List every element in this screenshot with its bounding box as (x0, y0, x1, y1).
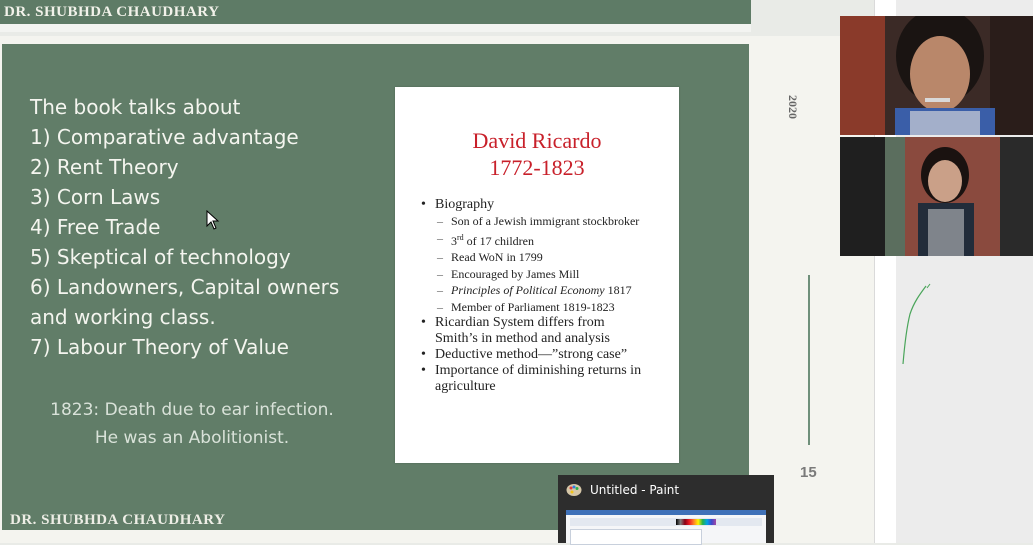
topic-item: 5) Skeptical of technology (30, 245, 291, 269)
page-number: 15 (800, 464, 817, 481)
topic-item: and working class. (30, 305, 216, 329)
participant-video-2[interactable] (840, 137, 1033, 256)
topic-item: 1) Comparative advantage (30, 125, 299, 149)
card-bullet-ricardian: Ricardian System differs from Smith’s in… (421, 315, 645, 347)
topic-item: 6) Landowners, Capital owners (30, 275, 340, 299)
ricardo-card: David Ricardo 1772-1823 Biography Son of… (395, 87, 679, 463)
topic-item: 4) Free Trade (30, 215, 161, 239)
bio-item: Read WoN in 1799 (421, 249, 655, 266)
year-label: 2020 (785, 95, 800, 119)
pen-scribble (902, 283, 931, 365)
mouse-cursor-icon (206, 210, 220, 230)
topic-item: 2) Rent Theory (30, 155, 179, 179)
bio-item: Son of a Jewish immigrant stockbroker (421, 213, 655, 230)
slide-panel: The book talks about 1) Comparative adva… (2, 44, 749, 530)
death-note: 1823: Death due to ear infection. He was… (22, 396, 362, 452)
bio-principles-title: Principles of Political Economy (451, 283, 605, 297)
vertical-divider (808, 275, 810, 445)
paint-window-title: Untitled - Paint (590, 483, 680, 497)
year-text: 2020 (786, 95, 800, 119)
bio-children-text: of 17 children (463, 233, 534, 248)
card-bullet-biography: Biography (421, 197, 655, 213)
paint-thumb-ribbon (570, 518, 762, 526)
card-bullets: Biography Son of a Jewish immigrant stoc… (421, 197, 655, 395)
bio-item: Encouraged by James Mill (421, 266, 655, 283)
paint-thumb-colors (676, 519, 716, 525)
topic-item: 3) Corn Laws (30, 185, 161, 209)
author-top: DR. SHUBHDA CHAUDHARY (4, 4, 220, 20)
note-line: He was an Abolitionist. (94, 428, 290, 448)
bio-item: 3rd of 17 children (421, 230, 655, 250)
bio-item: Principles of Political Economy 1817 (421, 282, 655, 299)
note-line: 1823: Death due to ear infection. (50, 400, 334, 420)
author-bottom: DR. SHUBHDA CHAUDHARY (10, 512, 226, 528)
card-title-name: David Ricardo (472, 128, 602, 153)
bio-item: Member of Parliament 1819-1823 (421, 299, 655, 316)
topic-list: The book talks about 1) Comparative adva… (30, 92, 339, 362)
card-bullet-diminishing: Importance of diminishing returns in agr… (421, 363, 655, 395)
top-banner: DR. SHUBHDA CHAUDHARY (0, 0, 751, 24)
paint-palette-icon (566, 484, 582, 496)
bio-children-ordinal: rd (457, 232, 464, 242)
top-strip (0, 24, 751, 32)
topic-heading: The book talks about (30, 95, 241, 119)
card-bullet-deductive: Deductive method—”strong case” (421, 347, 655, 363)
participant-video-1[interactable] (840, 16, 1033, 135)
paint-thumbnail[interactable] (566, 510, 766, 545)
paint-taskbar-preview[interactable]: Untitled - Paint (558, 475, 774, 545)
card-title: David Ricardo 1772-1823 (395, 127, 679, 181)
participant-2-image (840, 137, 1033, 256)
topic-item: 7) Labour Theory of Value (30, 335, 289, 359)
participant-1-image (840, 16, 1033, 135)
card-title-years: 1772-1823 (489, 155, 585, 180)
bio-principles-year: 1817 (604, 283, 632, 297)
paint-thumb-titlebar (566, 510, 766, 515)
